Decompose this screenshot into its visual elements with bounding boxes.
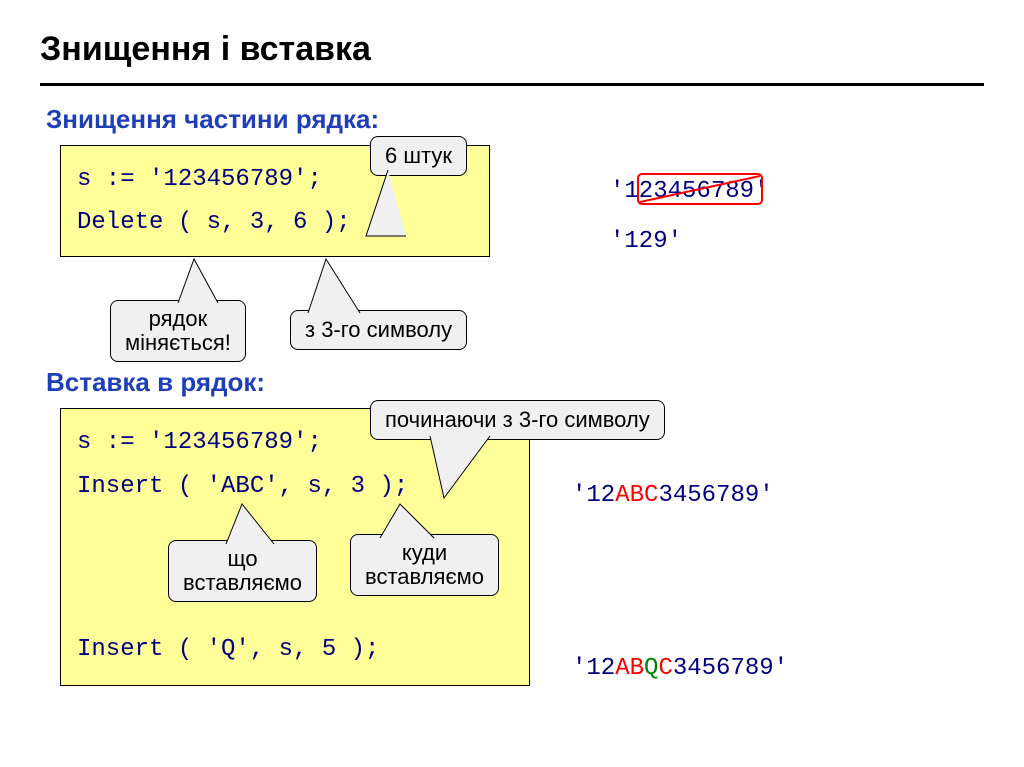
page-title: Знищення і вставка [40,30,984,86]
callout-pointer [170,255,230,305]
section2-heading: Вставка в рядок: [46,367,984,398]
code-line: Insert ( 'ABC', s, 3 ); [77,465,513,508]
callout-from-3rd: з 3-го символу [290,310,467,350]
result-insert-2: '12ABQC3456789' [572,655,788,682]
result-delete-before: '123456789' [610,178,768,205]
callout-row-changes: рядок міняється! [110,300,246,362]
callout-where-insert: куди вставляємо [350,534,499,596]
callout-pointer [288,255,378,315]
code-line: Insert ( 'Q', s, 5 ); [77,628,513,671]
result-delete-after: '129' [610,228,682,255]
callout-what-insert: що вставляємо [168,540,317,602]
code-line: Delete ( s, 3, 6 ); [77,201,473,244]
callout-count: 6 штук [370,136,467,176]
section1-heading: Знищення частини рядка: [46,104,984,135]
callout-start-from-3rd: починаючи з 3-го символу [370,400,665,440]
result-insert-1: '12ABC3456789' [572,482,774,509]
